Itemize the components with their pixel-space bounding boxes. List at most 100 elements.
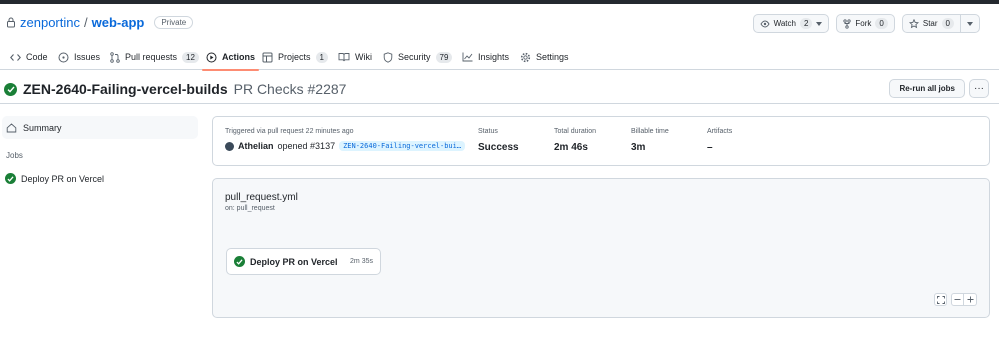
star-button[interactable]: Star 0 — [901, 14, 980, 33]
fullscreen-button[interactable] — [934, 293, 947, 306]
graph-icon — [462, 52, 473, 62]
fork-icon — [843, 18, 852, 29]
tab-count: 79 — [435, 51, 453, 63]
sidebar-jobs-heading: Jobs — [6, 151, 23, 160]
pull-request-icon — [110, 51, 120, 63]
zoom-out-button[interactable] — [951, 293, 964, 306]
workflow-graph: pull_request.yml on: pull_request Deploy… — [212, 178, 990, 318]
trigger-user-link[interactable]: Athelian — [238, 141, 274, 151]
tab-count: 1 — [315, 51, 328, 63]
tab-label: Actions — [222, 52, 256, 62]
duration-info: Total duration 2m 46s — [554, 128, 596, 153]
star-label: Star — [922, 19, 938, 28]
success-check-icon — [4, 82, 17, 96]
fork-label: Fork — [855, 19, 872, 28]
shield-icon — [383, 51, 393, 63]
sidebar-summary-label: Summary — [23, 122, 62, 133]
billable-label: Billable time — [631, 128, 669, 135]
trigger-info: Triggered via pull request 22 minutes ag… — [225, 128, 466, 151]
sidebar-item-summary[interactable]: Summary — [2, 116, 198, 139]
fullscreen-icon — [936, 295, 945, 304]
tab-label: Pull requests — [125, 52, 178, 62]
tab-label: Wiki — [355, 52, 372, 62]
trigger-label: Triggered via pull request 22 minutes ag… — [225, 128, 354, 135]
tab-label: Settings — [536, 52, 569, 62]
minus-icon — [954, 296, 961, 303]
job-card-name: Deploy PR on Vercel — [250, 256, 338, 267]
more-options-button[interactable]: ··· — [969, 79, 989, 98]
tab-issues[interactable]: Issues — [58, 44, 100, 70]
duration-label: Total duration — [554, 128, 597, 135]
rerun-all-jobs-button[interactable]: Re-run all jobs — [889, 79, 965, 98]
graph-zoom-controls — [934, 293, 977, 306]
tab-label: Code — [26, 52, 48, 62]
repo-title: zenportinc / web-app Private — [6, 15, 194, 30]
sidebar-item-job[interactable]: Deploy PR on Vercel — [5, 173, 104, 184]
tab-code[interactable]: Code — [10, 44, 48, 70]
star-icon — [908, 18, 919, 29]
run-workflow-subtitle: PR Checks #2287 — [233, 81, 347, 97]
job-card[interactable]: Deploy PR on Vercel 2m 35s — [226, 248, 381, 275]
repo-actions: Watch 2 Fork 0 Star 0 — [752, 14, 980, 33]
status-label: Status — [478, 128, 498, 135]
run-header: ZEN-2640-Failing-vercel-builds PR Checks… — [0, 78, 999, 104]
watch-count: 2 — [799, 18, 813, 29]
eye-icon — [760, 20, 770, 28]
repo-header: zenportinc / web-app Private Watch 2 For… — [0, 4, 999, 40]
tab-label: Issues — [74, 52, 101, 62]
chevron-down-icon — [816, 21, 823, 26]
zoom-in-button[interactable] — [964, 293, 977, 306]
status-info: Status Success — [478, 128, 519, 153]
success-check-icon — [234, 256, 245, 267]
billable-info: Billable time 3m — [631, 128, 669, 153]
tab-settings[interactable]: Settings — [520, 44, 569, 70]
code-icon — [10, 53, 21, 62]
watch-label: Watch — [773, 19, 796, 28]
tab-count: 12 — [182, 51, 199, 63]
tab-wiki[interactable]: Wiki — [338, 44, 372, 70]
repo-owner-link[interactable]: zenportinc — [20, 15, 80, 30]
tab-projects[interactable]: Projects 1 — [262, 44, 328, 70]
tab-label: Security — [398, 52, 431, 62]
tab-label: Projects — [278, 52, 311, 62]
sidebar-job-label: Deploy PR on Vercel — [21, 173, 105, 184]
table-icon — [262, 52, 273, 63]
job-card-duration: 2m 35s — [350, 258, 373, 265]
artifacts-label: Artifacts — [707, 128, 733, 135]
tab-actions[interactable]: Actions — [201, 44, 260, 71]
repo-name-link[interactable]: web-app — [92, 15, 145, 30]
lock-icon — [6, 17, 16, 28]
issue-icon — [58, 52, 69, 63]
branch-badge[interactable]: ZEN-2640-Failing-vercel-bui… — [339, 141, 466, 151]
repo-separator: / — [83, 15, 88, 30]
watch-button[interactable]: Watch 2 — [752, 14, 830, 33]
run-branch-title: ZEN-2640-Failing-vercel-builds — [23, 81, 228, 97]
workflow-trigger: on: pull_request — [225, 205, 275, 212]
avatar — [225, 141, 234, 151]
star-dropdown-button[interactable] — [960, 15, 979, 32]
billable-value: 3m — [631, 142, 646, 153]
chevron-down-icon — [967, 21, 973, 26]
run-title: ZEN-2640-Failing-vercel-builds PR Checks… — [4, 81, 346, 97]
zoom-group — [951, 293, 977, 306]
repo-nav: Code Issues Pull requests 12 Actions Pro… — [0, 44, 999, 71]
run-summary-card: Triggered via pull request 22 minutes ag… — [212, 116, 990, 166]
artifacts-info: Artifacts – — [707, 128, 732, 153]
star-count: 0 — [941, 18, 954, 29]
success-check-icon — [5, 173, 16, 184]
home-icon — [6, 122, 17, 133]
tab-pull-requests[interactable]: Pull requests 12 — [110, 44, 199, 70]
fork-button[interactable]: Fork 0 — [836, 14, 895, 33]
status-value: Success — [478, 142, 519, 153]
tab-label: Insights — [478, 52, 510, 62]
visibility-badge: Private — [154, 16, 194, 29]
workflow-file-name: pull_request.yml — [225, 192, 298, 203]
book-icon — [338, 52, 350, 62]
tab-security[interactable]: Security 79 — [383, 44, 453, 70]
tab-insights[interactable]: Insights — [462, 44, 509, 70]
fork-count: 0 — [875, 18, 888, 29]
artifacts-value: – — [707, 142, 713, 153]
trigger-action[interactable]: opened #3137 — [278, 141, 336, 151]
gear-icon — [520, 52, 531, 63]
play-icon — [206, 52, 217, 63]
